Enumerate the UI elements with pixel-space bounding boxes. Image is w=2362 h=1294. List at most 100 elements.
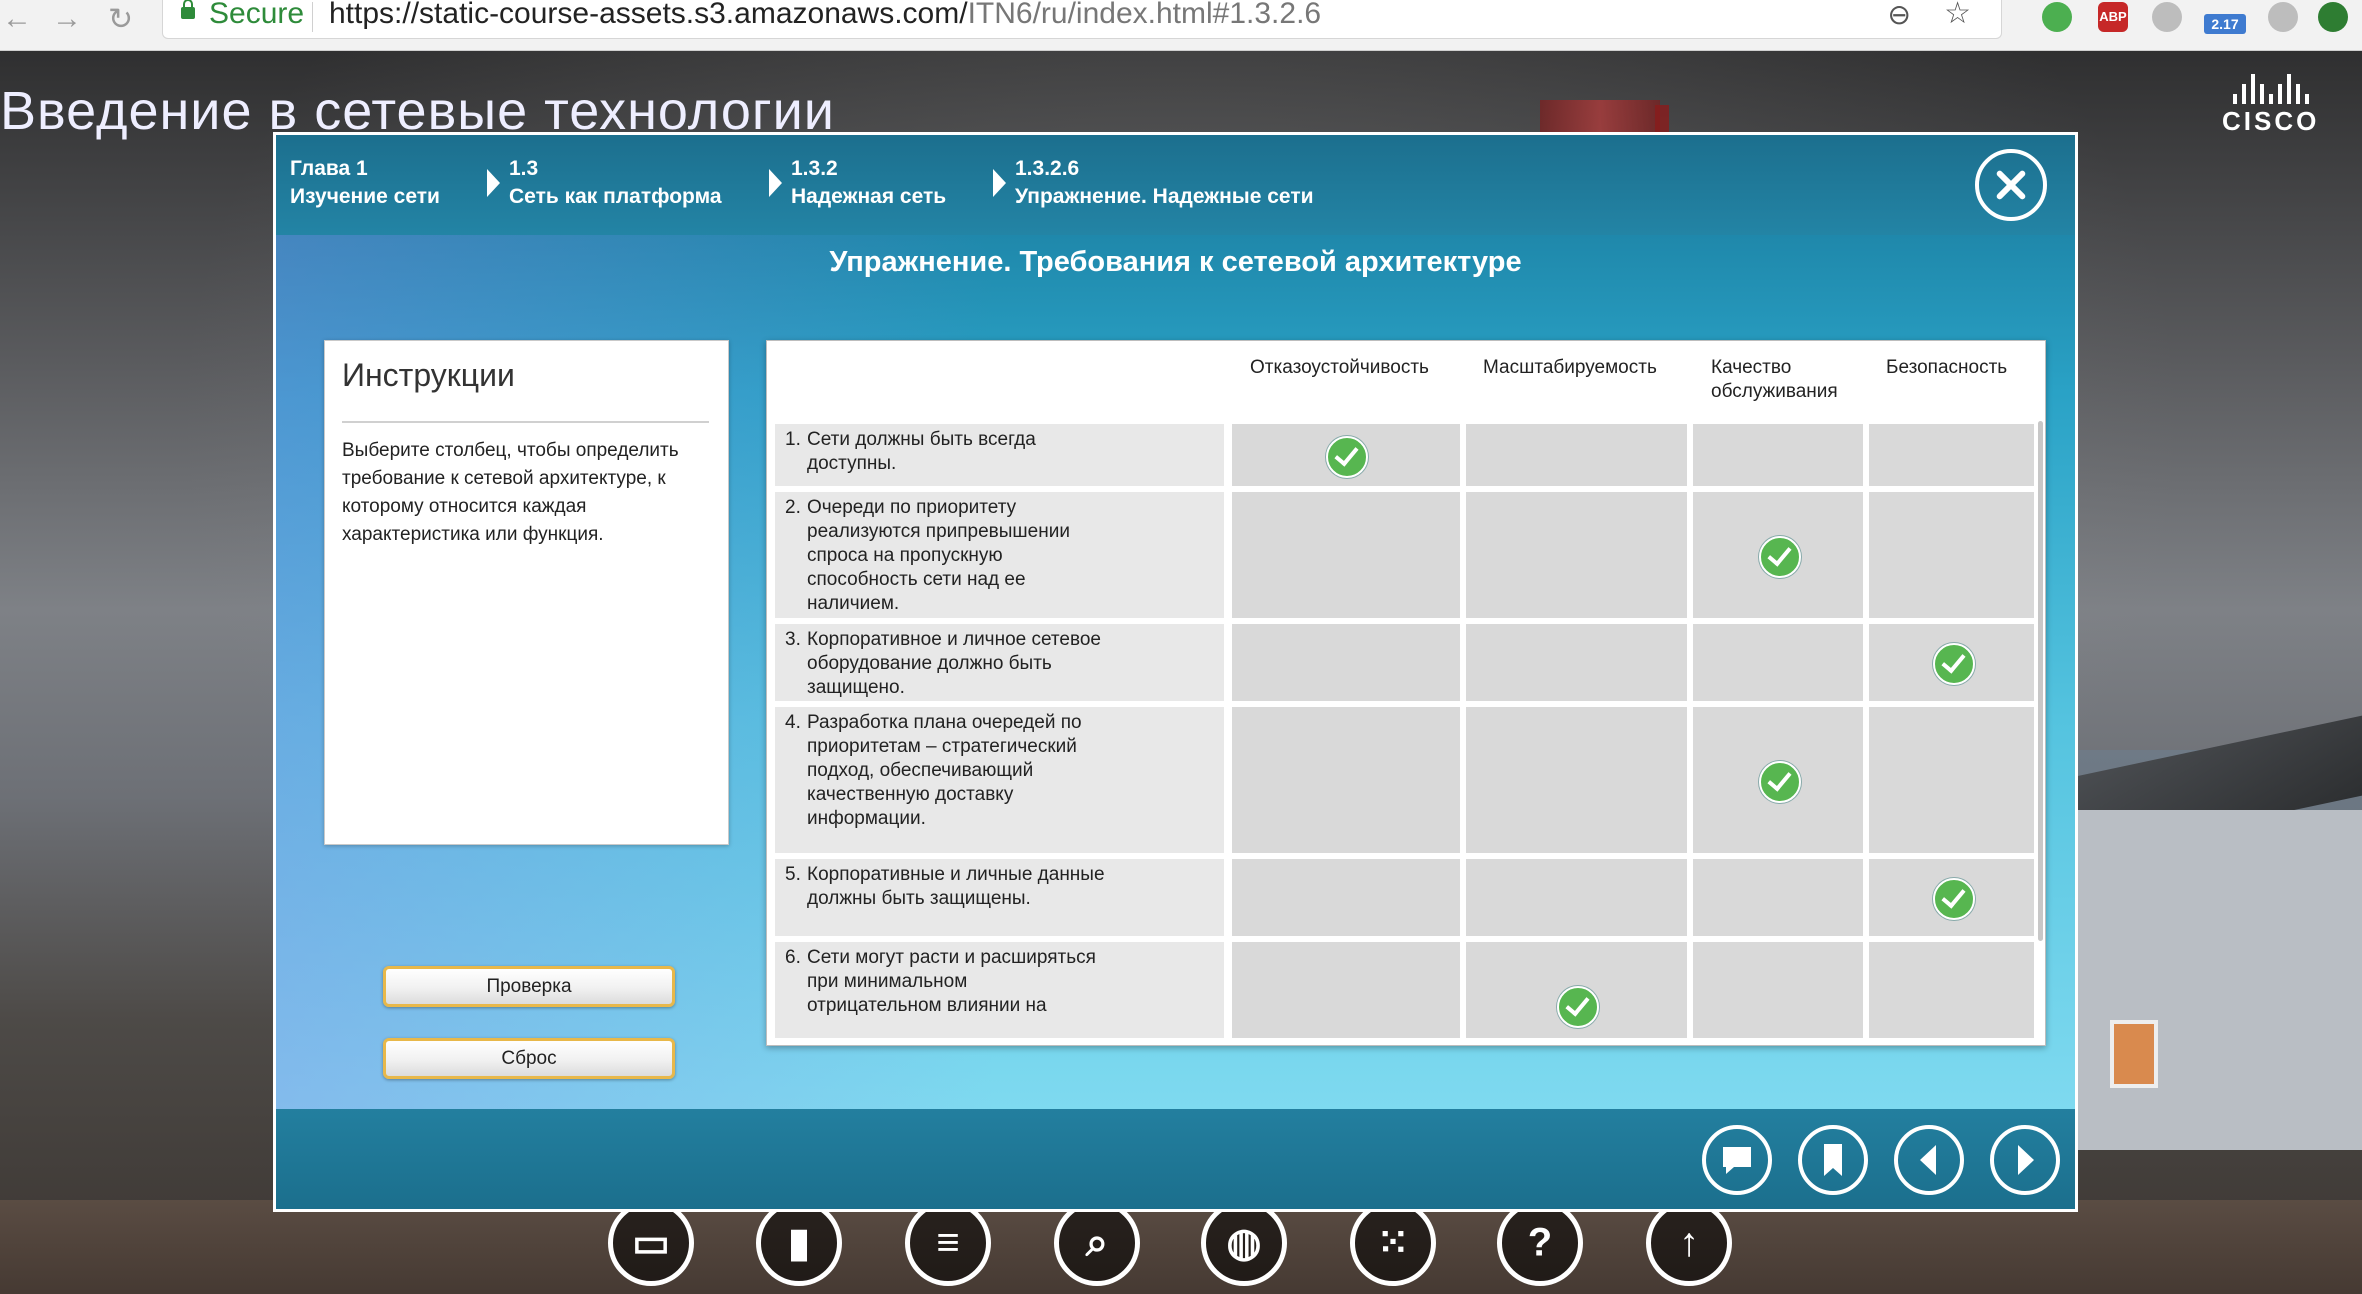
menu-button[interactable]: ≡ <box>905 1200 991 1286</box>
reload-icon[interactable]: ↻ <box>108 2 133 37</box>
breadcrumb-chapter[interactable]: Глава 1 Изучение сети <box>290 155 440 211</box>
house <box>2060 810 2362 1150</box>
extension-icon[interactable] <box>2268 2 2298 32</box>
help-icon: ? <box>1527 1220 1553 1265</box>
checkmark-icon <box>1557 986 1599 1028</box>
document-icon: ▭ <box>632 1221 670 1265</box>
badge-icon[interactable]: 2.17 <box>2204 14 2246 34</box>
matrix-row-statement: 3. Корпоративное и личное сетевое оборудо… <box>775 624 1224 701</box>
extension-icon[interactable] <box>2042 2 2072 32</box>
row-text: Сети могут расти и расширяться при миним… <box>807 947 1096 1016</box>
url-text[interactable]: https://static-course-assets.s3.amazonaw… <box>329 0 1321 31</box>
close-icon[interactable] <box>1975 149 2047 221</box>
reset-button[interactable]: Сброс <box>383 1038 675 1079</box>
row-text: Разработка плана очередей по приоритетам… <box>807 712 1082 829</box>
matrix-cell-scalability[interactable] <box>1466 624 1687 701</box>
matrix-cell-qos[interactable] <box>1693 707 1863 853</box>
breadcrumb-arrow-icon <box>487 169 500 197</box>
instructions-text: Выберите столбец, чтобы определить требо… <box>342 440 679 545</box>
next-button[interactable] <box>1990 1125 2060 1195</box>
breadcrumb-label: Сеть как платформа <box>509 185 722 208</box>
matrix-cell-qos[interactable] <box>1693 492 1863 618</box>
cisco-wordmark: CISCO <box>2222 106 2320 136</box>
matrix-cell-scalability[interactable] <box>1466 424 1687 486</box>
checkmark-icon <box>1933 643 1975 685</box>
rocks <box>0 1200 2362 1294</box>
cisco-logo: CISCO <box>2222 74 2319 137</box>
breadcrumb-section[interactable]: 1.3 Сеть как платформа <box>509 155 722 211</box>
breadcrumb-activity[interactable]: 1.3.2.6 Упражнение. Надежные сети <box>1015 155 1314 211</box>
bookmark-star-icon[interactable]: ☆ <box>1944 0 1971 31</box>
activity-modal: Глава 1 Изучение сети 1.3 Сеть как платф… <box>273 132 2078 1212</box>
breadcrumb-arrow-icon <box>769 169 782 197</box>
matrix-cell-security[interactable] <box>1869 492 2034 618</box>
column-header-security: Безопасность <box>1886 357 2008 378</box>
row-number: 6. <box>785 947 801 968</box>
bookmark-footer-button[interactable] <box>1798 1125 1868 1195</box>
breadcrumb-label: Надежная сеть <box>791 185 947 208</box>
apps-button[interactable]: ⁙ <box>1350 1200 1436 1286</box>
row-number: 4. <box>785 712 801 733</box>
matrix-cell-qos[interactable] <box>1693 424 1863 486</box>
matrix-cell-scalability[interactable] <box>1466 859 1687 936</box>
matrix-cell-scalability[interactable] <box>1466 492 1687 618</box>
breadcrumb-label: Изучение сети <box>290 185 440 208</box>
lock-icon <box>181 0 195 19</box>
matrix-row-statement: 1. Сети должны быть всегда доступны. <box>775 424 1224 486</box>
matrix-cell-fault-tolerance[interactable] <box>1232 942 1460 1038</box>
up-arrow-icon: ↑ <box>1679 1220 1699 1265</box>
matrix-cell-qos[interactable] <box>1693 624 1863 701</box>
row-number: 2. <box>785 497 801 518</box>
column-header-fault-tolerance: Отказоустойчивость <box>1250 357 1429 378</box>
matrix-cell-security[interactable] <box>1869 707 2034 853</box>
comment-button[interactable] <box>1702 1125 1772 1195</box>
checkmark-icon <box>1759 536 1801 578</box>
matrix-cell-fault-tolerance[interactable] <box>1232 707 1460 853</box>
matrix-cell-qos[interactable] <box>1693 942 1863 1038</box>
matrix-cell-security[interactable] <box>1869 624 2034 701</box>
matrix-cell-fault-tolerance[interactable] <box>1232 492 1460 618</box>
bookmark-button[interactable]: ▮ <box>756 1200 842 1286</box>
row-text: Корпоративные и личные данные должны быт… <box>807 864 1105 909</box>
zoom-icon[interactable]: ⊖ <box>1888 0 1911 31</box>
adblock-icon[interactable]: ABP <box>2098 2 2128 32</box>
row-text: Очереди по приоритету реализуются припре… <box>807 497 1070 614</box>
matrix-cell-security[interactable] <box>1869 942 2034 1038</box>
matrix-cell-fault-tolerance[interactable] <box>1232 859 1460 936</box>
breadcrumb-num: Глава 1 <box>290 157 368 180</box>
back-icon[interactable]: ← <box>2 2 32 36</box>
matrix-cell-fault-tolerance[interactable] <box>1232 624 1460 701</box>
matrix-cell-scalability[interactable] <box>1466 942 1687 1038</box>
matrix-row-statement: 5. Корпоративные и личные данные должны б… <box>775 859 1224 936</box>
matrix-cell-security[interactable] <box>1869 424 2034 486</box>
check-button[interactable]: Проверка <box>383 966 675 1007</box>
extension-icon[interactable] <box>2318 2 2348 32</box>
document-button[interactable]: ▭ <box>608 1200 694 1286</box>
breadcrumb-num: 1.3.2 <box>791 157 838 180</box>
menu-icon: ≡ <box>936 1220 960 1265</box>
matrix-cell-qos[interactable] <box>1693 859 1863 936</box>
previous-icon <box>1920 1145 1936 1175</box>
url-main: https://static-course-assets.s3.amazonaw… <box>329 0 968 30</box>
house-window <box>2110 1020 2158 1088</box>
bookmark-icon: ▮ <box>787 1221 811 1265</box>
divider <box>312 2 313 32</box>
row-number: 3. <box>785 629 801 650</box>
up-button[interactable]: ↑ <box>1646 1200 1732 1286</box>
skype-icon[interactable] <box>2152 2 2182 32</box>
matrix-cell-fault-tolerance[interactable] <box>1232 424 1460 486</box>
breadcrumb-subsection[interactable]: 1.3.2 Надежная сеть <box>791 155 946 211</box>
globe-button[interactable]: ◍ <box>1201 1200 1287 1286</box>
help-button[interactable]: ? <box>1497 1200 1583 1286</box>
previous-button[interactable] <box>1894 1125 1964 1195</box>
forward-icon[interactable]: → <box>52 2 82 36</box>
breadcrumb-num: 1.3.2.6 <box>1015 157 1080 180</box>
matrix-cell-security[interactable] <box>1869 859 2034 936</box>
row-text: Сети должны быть всегда доступны. <box>807 429 1036 474</box>
breadcrumb-arrow-icon <box>993 169 1006 197</box>
search-button[interactable]: ⌕ <box>1054 1200 1140 1286</box>
matrix-scrollbar[interactable] <box>2038 421 2043 941</box>
address-bar[interactable]: Secure https://static-course-assets.s3.a… <box>162 0 2002 39</box>
matrix-cell-scalability[interactable] <box>1466 707 1687 853</box>
cisco-bars-icon <box>2222 74 2319 104</box>
